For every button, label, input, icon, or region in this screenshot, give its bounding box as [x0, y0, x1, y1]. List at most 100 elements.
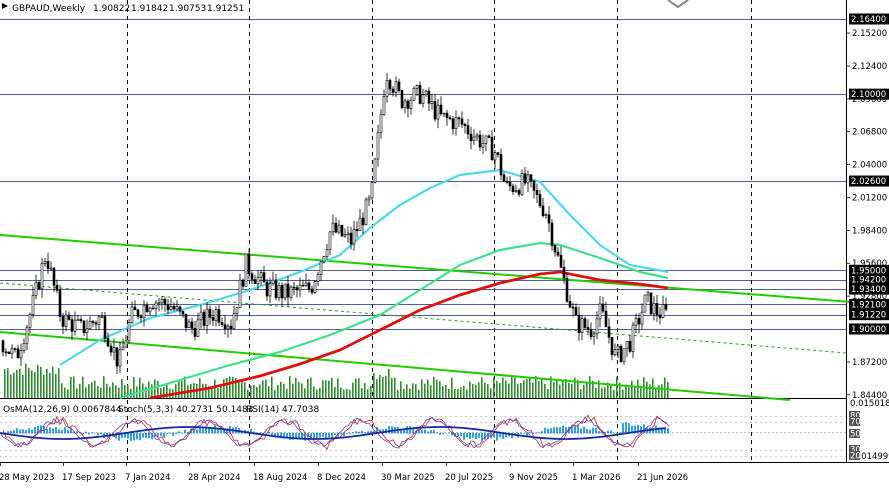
candle-body [661, 304, 665, 318]
osma-bar [316, 433, 318, 439]
volume-bar [466, 389, 468, 398]
candle-body [607, 326, 611, 338]
candle-body [589, 329, 593, 337]
candle-body [520, 173, 524, 195]
candle-body [175, 306, 179, 310]
candle-body [646, 292, 650, 296]
candle-body [223, 324, 227, 330]
volume-bar [256, 386, 258, 398]
osma-bar [160, 433, 162, 436]
volume-bar [100, 387, 102, 398]
volume-bar [424, 383, 426, 398]
candle-body [43, 261, 47, 264]
volume-bar [526, 378, 528, 398]
candle-body [109, 345, 113, 353]
volume-bar [109, 386, 111, 398]
volume-bar [664, 377, 666, 398]
volume-bar [37, 365, 39, 398]
price-chart[interactable]: 2.152002.124002.096002.068002.040002.012… [0, 0, 889, 488]
candle-body [379, 114, 383, 133]
candle-body [565, 277, 569, 302]
osma-bar [622, 423, 624, 434]
osma-bar [550, 428, 552, 434]
volume-bar [580, 389, 582, 398]
volume-bar [445, 384, 447, 398]
header-icon[interactable] [2, 3, 8, 9]
candle-body [448, 117, 452, 120]
volume-bar [571, 383, 573, 398]
volume-bar [250, 385, 252, 398]
volume-bar [262, 380, 264, 398]
volume-bar [562, 379, 564, 398]
volume-bar [352, 382, 354, 398]
osma-bar [67, 429, 69, 434]
candle-body [190, 321, 194, 329]
candle-body [493, 152, 497, 161]
volume-bar [487, 384, 489, 398]
volume-bar [595, 387, 597, 398]
candle-body [355, 229, 359, 232]
osma-bar [349, 433, 351, 434]
candle-body [436, 104, 440, 120]
candle-body [658, 314, 662, 318]
indicator-level-label: 50 [850, 430, 861, 440]
candle-body [76, 319, 80, 321]
volume-bar [52, 366, 54, 398]
candlesticks [1, 72, 668, 374]
volume-bar [400, 381, 402, 398]
candle-body [586, 327, 590, 330]
candle-body [145, 304, 149, 313]
candle-body [406, 100, 410, 109]
volume-bar [43, 374, 45, 398]
osma-bar [496, 433, 498, 441]
volume-bar [88, 384, 90, 398]
candle-body [163, 298, 167, 305]
level-price-label: 1.90000 [851, 325, 886, 335]
candle-body [208, 308, 212, 318]
candle-body [604, 310, 608, 328]
volume-bar [610, 385, 612, 398]
dropdown-triangle-icon[interactable] [2, 3, 8, 9]
osma-bar [100, 433, 102, 435]
volume-bar [523, 380, 525, 398]
candle-body [616, 345, 620, 350]
osma-bar [538, 432, 540, 434]
osma-bar [127, 433, 129, 439]
volume-bar [274, 389, 276, 398]
osma-bar [13, 430, 15, 434]
collapse-chevron-icon[interactable] [667, 0, 689, 9]
candle-body [394, 81, 398, 93]
level-price-label: 1.92100 [851, 300, 886, 310]
candle-body [148, 307, 152, 313]
volume-bar [490, 388, 492, 398]
volume-bar [223, 379, 225, 398]
candle-body [373, 158, 377, 183]
volume-bar [322, 380, 324, 398]
candle-body [388, 80, 392, 90]
candle-body [361, 217, 365, 226]
candle-body [271, 279, 275, 284]
volume-bar [310, 377, 312, 398]
osma-bar [664, 428, 666, 434]
level-price-label: 2.16400 [851, 15, 886, 25]
volume-bar [379, 375, 381, 398]
candle-body [70, 319, 74, 332]
volume-bar [301, 383, 303, 398]
volume-bar [295, 377, 297, 398]
osma-bar [313, 433, 315, 439]
osma-bar [598, 431, 600, 434]
volume-bar [28, 367, 30, 398]
volume-bar [601, 387, 603, 398]
osma-bar [460, 433, 462, 437]
osma-bar [421, 429, 423, 434]
price-tick-label: 1.98400 [852, 226, 887, 236]
osma-bar [463, 433, 465, 440]
volume-bar [502, 377, 504, 398]
volume-bar [496, 380, 498, 398]
osma-bar [163, 433, 165, 438]
candle-body [418, 85, 422, 104]
volume-bar [4, 369, 6, 398]
volume-bar [418, 389, 420, 398]
candle-body [544, 214, 548, 217]
volume-bar [10, 374, 12, 398]
